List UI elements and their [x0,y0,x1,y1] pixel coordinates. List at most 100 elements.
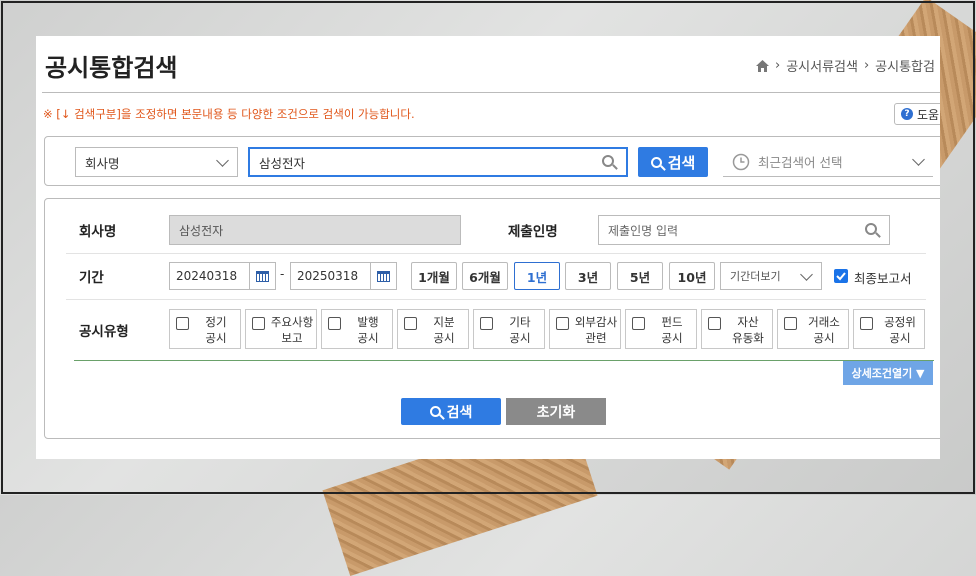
search-input[interactable]: 삼성전자 [248,147,628,177]
submit-search-button[interactable]: 검색 [401,398,501,425]
type-label: 공시 [889,331,911,345]
type-checkbox-regular[interactable]: 정기공시 [169,309,241,349]
checkbox-box[interactable] [328,317,341,330]
type-checkbox-fund[interactable]: 펀드공시 [625,309,697,349]
search-panel: 공시통합검색 › 공시서류검색 › 공시통합검 ※ [↓ 검색구분]을 조정하면… [36,36,940,459]
period-1y-button[interactable]: 1년 [514,262,560,290]
type-label: 자산 [737,315,759,329]
breadcrumb-item[interactable]: 공시통합검 [875,56,935,75]
calendar-icon[interactable] [249,263,275,289]
divider [66,299,926,300]
date-from-input[interactable]: 20240318 [169,262,276,290]
page-title: 공시통합검색 [45,54,178,82]
checkbox-box[interactable] [860,317,873,330]
date-from-value: 20240318 [176,269,238,283]
type-checkbox-ftc[interactable]: 공정위공시 [853,309,925,349]
company-label: 회사명 [79,224,117,240]
period-3y-button[interactable]: 3년 [565,262,611,290]
period-5y-button[interactable]: 5년 [617,262,663,290]
type-label: 관련 [585,331,607,345]
checkbox-box[interactable] [480,317,493,330]
submitter-placeholder: 제출인명 입력 [608,223,679,238]
type-label: 보고 [281,331,303,345]
period-6m-button[interactable]: 6개월 [462,262,508,290]
chevron-down-icon [912,153,925,166]
type-checkbox-major[interactable]: 주요사항 보고 [245,309,317,349]
disclosure-type-label: 공시유형 [79,324,129,340]
checkbox-box[interactable] [556,317,569,330]
reset-button[interactable]: 초기화 [506,398,606,425]
type-checkbox-abs[interactable]: 자산유동화 [701,309,773,349]
detail-toggle-button[interactable]: 상세조건열기 ▼ [843,361,933,385]
type-label: 외부감사 [574,315,618,329]
recent-search-select[interactable]: 최근검색어 선택 [723,147,933,177]
help-label: 도움 [917,107,940,122]
breadcrumb-item[interactable]: 공시서류검색 [786,56,858,75]
checkbox-box[interactable] [632,317,645,330]
divider [42,92,940,93]
checkbox-box[interactable] [708,317,721,330]
type-label: 거래소 [808,315,840,329]
type-checkbox-stake[interactable]: 지분 공시 [397,309,469,349]
submitter-input[interactable]: 제출인명 입력 [598,215,890,245]
type-label: 공시 [509,331,531,345]
breadcrumb: › 공시서류검색 › 공시통합검 [756,56,935,75]
period-1m-button[interactable]: 1개월 [411,262,457,290]
date-separator: - [280,267,285,281]
type-checkbox-issuance[interactable]: 발행공시 [321,309,393,349]
checkbox-box[interactable] [784,317,797,330]
recent-search-placeholder: 최근검색어 선택 [758,155,843,170]
chevron-down-icon [216,154,229,167]
type-label: 공시 [813,331,835,345]
search-icon [650,156,662,168]
chevron-down-icon [800,268,813,281]
date-to-input[interactable]: 20250318 [290,262,397,290]
type-label: 공시 [205,331,227,345]
company-field: 삼성전자 [169,215,461,245]
help-button[interactable]: ? 도움 [894,103,940,125]
search-notice: ※ [↓ 검색구분]을 조정하면 본문내용 등 다양한 조건으로 검색이 가능합… [43,107,415,121]
period-label: 기간 [79,270,104,286]
type-label: 정기 [205,315,227,329]
type-checkbox-audit[interactable]: 외부감사관련 [549,309,621,349]
checkbox-box[interactable] [252,317,265,330]
search-icon [865,223,877,235]
check-icon [836,272,846,281]
calendar-icon[interactable] [370,263,396,289]
date-to-value: 20250318 [297,269,359,283]
type-label: 발행 [357,315,379,329]
home-icon[interactable] [756,59,769,72]
chevron-right-icon: › [775,58,781,73]
submitter-label: 제출인명 [508,224,558,240]
checkbox-box[interactable] [404,317,417,330]
search-type-select[interactable]: 회사명 [75,147,238,177]
search-icon [429,406,441,417]
type-checkbox-exchange[interactable]: 거래소공시 [777,309,849,349]
search-button[interactable]: 검색 [638,147,708,177]
checkbox-box[interactable] [176,317,189,330]
type-label: 공시 [433,331,455,345]
submit-search-label: 검색 [446,404,473,421]
search-type-value: 회사명 [85,155,120,171]
final-report-label: 최종보고서 [854,271,912,286]
type-checkbox-other[interactable]: 기타공시 [473,309,545,349]
type-label: 공시 [357,331,379,345]
period-more-select[interactable]: 기간더보기 [720,262,822,290]
search-bar: 회사명 삼성전자 검색 최근검색어 선택 [44,136,940,186]
clock-icon [732,153,750,170]
type-label: 공시 [661,331,683,345]
divider [66,253,926,254]
search-query: 삼성전자 [259,155,306,171]
chevron-right-icon: › [863,58,870,73]
type-label: 유동화 [732,331,764,345]
type-label: 기타 [509,315,531,329]
final-report-checkbox[interactable] [834,269,848,283]
divider [74,360,934,361]
question-icon: ? [901,108,913,120]
period-10y-button[interactable]: 10년 [669,262,715,290]
search-button-label: 검색 [667,153,696,172]
type-label: 펀드 [661,315,683,329]
type-label: 공정위 [884,315,916,329]
period-more-label: 기간더보기 [730,270,781,283]
search-icon [602,155,614,167]
